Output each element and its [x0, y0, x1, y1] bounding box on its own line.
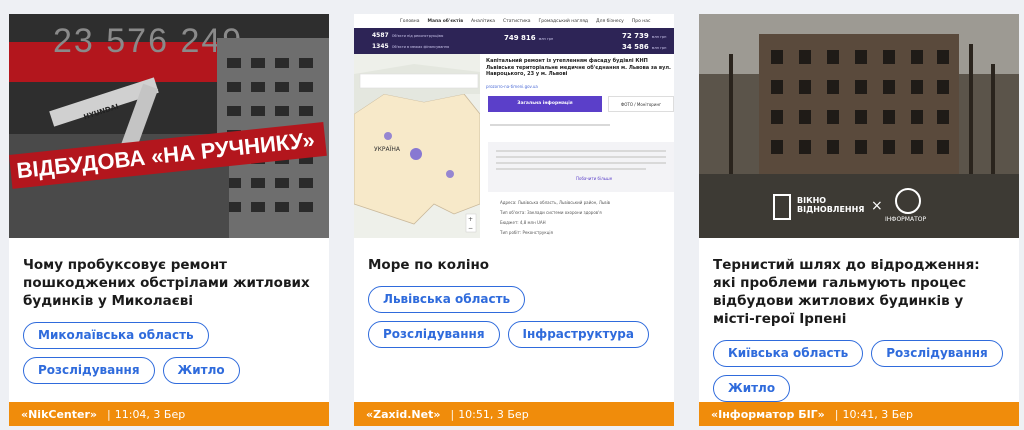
photo-monitoring-button[interactable]: ФОТО / Моніторинг [608, 96, 674, 112]
separator: | [107, 407, 111, 421]
card-title[interactable]: Море по коліно [368, 256, 660, 274]
info-address: Адреса: Львівська область, Львівський ра… [500, 200, 611, 205]
tree-trunk [991, 64, 995, 184]
card-thumbnail[interactable]: ВІКНО ВІДНОВЛЕННЯ × ІНФОРМАТОР [699, 14, 1019, 238]
object-link[interactable]: prozorro-na-timeni.gov.ua [486, 84, 538, 89]
card-body: Море по коліно Львівська область Розслід… [354, 238, 674, 402]
description-box [488, 142, 674, 192]
tag-region[interactable]: Львівська область [368, 286, 526, 313]
tree-trunk [729, 54, 733, 184]
card-title[interactable]: Тернистий шлях до відродження: які пробл… [713, 256, 1005, 328]
publish-datetime: 11:04, 3 Бер [114, 407, 186, 421]
info-work-type: Тип робіт: Реконструкція [500, 230, 553, 235]
publish-datetime: 10:41, 3 Бер [842, 407, 914, 421]
publish-datetime: 10:51, 3 Бер [458, 407, 529, 421]
info-budget: Бюджет: 4,8 млн UAH [500, 220, 546, 225]
stat-item: 4587 Об'єкти під реконструкцією [372, 32, 444, 39]
tag-housing[interactable]: Житло [162, 357, 240, 384]
tag-infrastructure[interactable]: Інфраструктура [507, 321, 649, 348]
nav-item: Аналітика [471, 18, 495, 24]
cross-icon: × [871, 198, 883, 214]
ukraine-map-shape: + − [354, 64, 481, 233]
tag-investigation[interactable]: Розслідування [871, 340, 1003, 367]
nav-item: Головна [400, 18, 420, 24]
stat-item: 1345 Об'єкти в межах фінансування [372, 43, 450, 50]
source-name[interactable]: «Zaxid.Net» [366, 408, 440, 421]
stats-bar: 4587 Об'єкти під реконструкцією 1345 Об'єк… [354, 28, 674, 54]
tag-list: Київська область Розслідування Житло [713, 340, 1005, 402]
tag-housing[interactable]: Житло [713, 375, 791, 402]
vikno-vidnovlennia-text: ВІКНО ВІДНОВЛЕННЯ [797, 196, 865, 214]
map-view[interactable]: + − [354, 54, 481, 238]
tag-list: Миколаївська область Розслідування Житло [23, 322, 315, 384]
stat-item: 72 739 млн грн [622, 32, 667, 40]
tag-investigation[interactable]: Розслідування [23, 357, 155, 384]
tag-investigation[interactable]: Розслідування [368, 321, 500, 348]
card-title[interactable]: Чому пробуксовує ремонт пошкоджених обст… [23, 256, 315, 310]
tree-trunk [969, 44, 973, 184]
general-info-button[interactable]: Загальна інформація [488, 96, 602, 112]
source-name[interactable]: «Інформатор БІГ» [711, 408, 825, 421]
text-line [490, 124, 610, 126]
nav-item: Громадський нагляд [538, 18, 589, 24]
source-name[interactable]: «NikCenter» [21, 408, 97, 421]
svg-text:+: + [468, 216, 473, 223]
site-nav: Головна Мапа об'єктів Аналітика Статисти… [354, 14, 674, 28]
card-footer: «Інформатор БІГ» | 10:41, 3 Бер [699, 402, 1019, 426]
see-more-link[interactable]: Побачити більше [576, 176, 612, 181]
card-body: Тернистий шлях до відродження: які пробл… [699, 238, 1019, 402]
separator: | [834, 407, 839, 421]
nav-item: Для бізнесу [596, 18, 624, 24]
map-label: УКРАЇНА [374, 146, 401, 153]
nav-item: Про нас [631, 18, 651, 24]
card-thumbnail[interactable]: Головна Мапа об'єктів Аналітика Статисти… [354, 14, 674, 238]
tag-list: Львівська область Розслідування Інфрастр… [368, 286, 660, 348]
separator: | [450, 407, 455, 421]
nav-item: Статистика [502, 18, 531, 24]
tag-region[interactable]: Київська область [713, 340, 864, 367]
stat-item: 749 816 млн грн [504, 34, 554, 42]
news-card[interactable]: Головна Мапа об'єктів Аналітика Статисти… [354, 14, 674, 426]
card-thumbnail[interactable]: 23 576 249 HYUNDAI ВІДБУДОВА «НА РУЧНИКУ… [9, 14, 329, 238]
stat-item: 34 586 млн грн [622, 43, 667, 51]
burned-building [759, 34, 959, 184]
news-card[interactable]: 23 576 249 HYUNDAI ВІДБУДОВА «НА РУЧНИКУ… [9, 14, 329, 426]
informator-text: ІНФОРМАТОР [885, 216, 927, 223]
card-footer: «Zaxid.Net» | 10:51, 3 Бер [354, 402, 674, 426]
overlay-number: 23 576 249 [53, 22, 244, 60]
informator-logo [895, 188, 921, 214]
object-title: Капітальний ремонт із утепленням фасаду … [486, 58, 671, 77]
vikno-vidnovlennia-logo [773, 194, 791, 220]
card-body: Чому пробуксовує ремонт пошкоджених обст… [9, 238, 329, 402]
card-footer: «NikCenter» | 11:04, 3 Бер [9, 402, 329, 426]
tag-region[interactable]: Миколаївська область [23, 322, 209, 349]
svg-text:−: − [468, 225, 473, 232]
news-card[interactable]: ВІКНО ВІДНОВЛЕННЯ × ІНФОРМАТОР Тернистий… [699, 14, 1019, 426]
nav-item: Мапа об'єктів [427, 18, 464, 24]
info-type: Тип об'єкта: Заклади системи охорони здо… [500, 210, 602, 215]
